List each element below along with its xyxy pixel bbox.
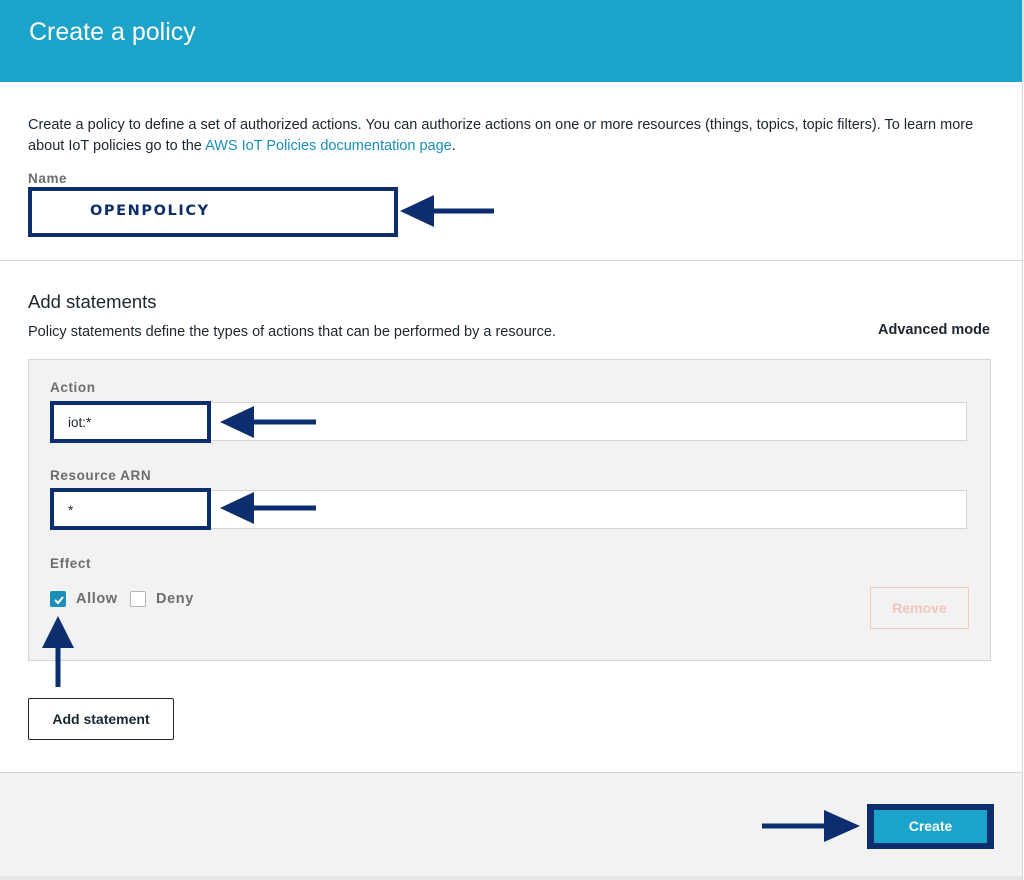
intro-text: Create a policy to define a set of autho…	[28, 115, 988, 157]
resource-arn-highlight	[50, 488, 211, 530]
deny-label: Deny	[156, 591, 194, 607]
name-annotation-arrow-icon	[400, 195, 494, 227]
intro-body: Create a policy to define a set of autho…	[28, 117, 974, 154]
name-label: Name	[28, 171, 68, 186]
allow-label: Allow	[76, 591, 118, 607]
footer-bottom-border	[0, 876, 1022, 880]
name-value: OPENPOLICY	[90, 203, 210, 219]
action-annotation-arrow-icon	[220, 406, 316, 438]
add-statement-button[interactable]: Add statement	[28, 698, 174, 740]
page-header: Create a policy	[0, 0, 1024, 82]
action-value: iot:*	[68, 415, 92, 430]
allow-checkbox[interactable]	[50, 591, 66, 607]
advanced-mode-link[interactable]: Advanced mode	[878, 322, 990, 338]
resource-arn-label: Resource ARN	[50, 468, 152, 483]
resource-arn-value: *	[68, 503, 74, 518]
section-divider	[0, 260, 1022, 261]
remove-statement-button[interactable]: Remove	[870, 587, 969, 629]
checkmark-icon	[54, 596, 64, 605]
create-button[interactable]: Create	[874, 810, 987, 843]
policies-doc-link[interactable]: AWS IoT Policies documentation page	[205, 138, 452, 154]
name-input[interactable]: OPENPOLICY	[28, 187, 398, 237]
add-statements-title: Add statements	[28, 291, 157, 312]
deny-checkbox[interactable]	[130, 591, 146, 607]
add-statements-subtitle: Policy statements define the types of ac…	[28, 324, 556, 340]
action-label: Action	[50, 380, 96, 395]
right-border	[1022, 82, 1023, 880]
effect-label: Effect	[50, 556, 92, 571]
allow-annotation-arrow-icon	[42, 616, 74, 687]
page-title: Create a policy	[29, 18, 196, 46]
create-annotation-arrow-icon	[762, 810, 860, 842]
intro-end: .	[451, 138, 456, 154]
resource-annotation-arrow-icon	[220, 492, 316, 524]
